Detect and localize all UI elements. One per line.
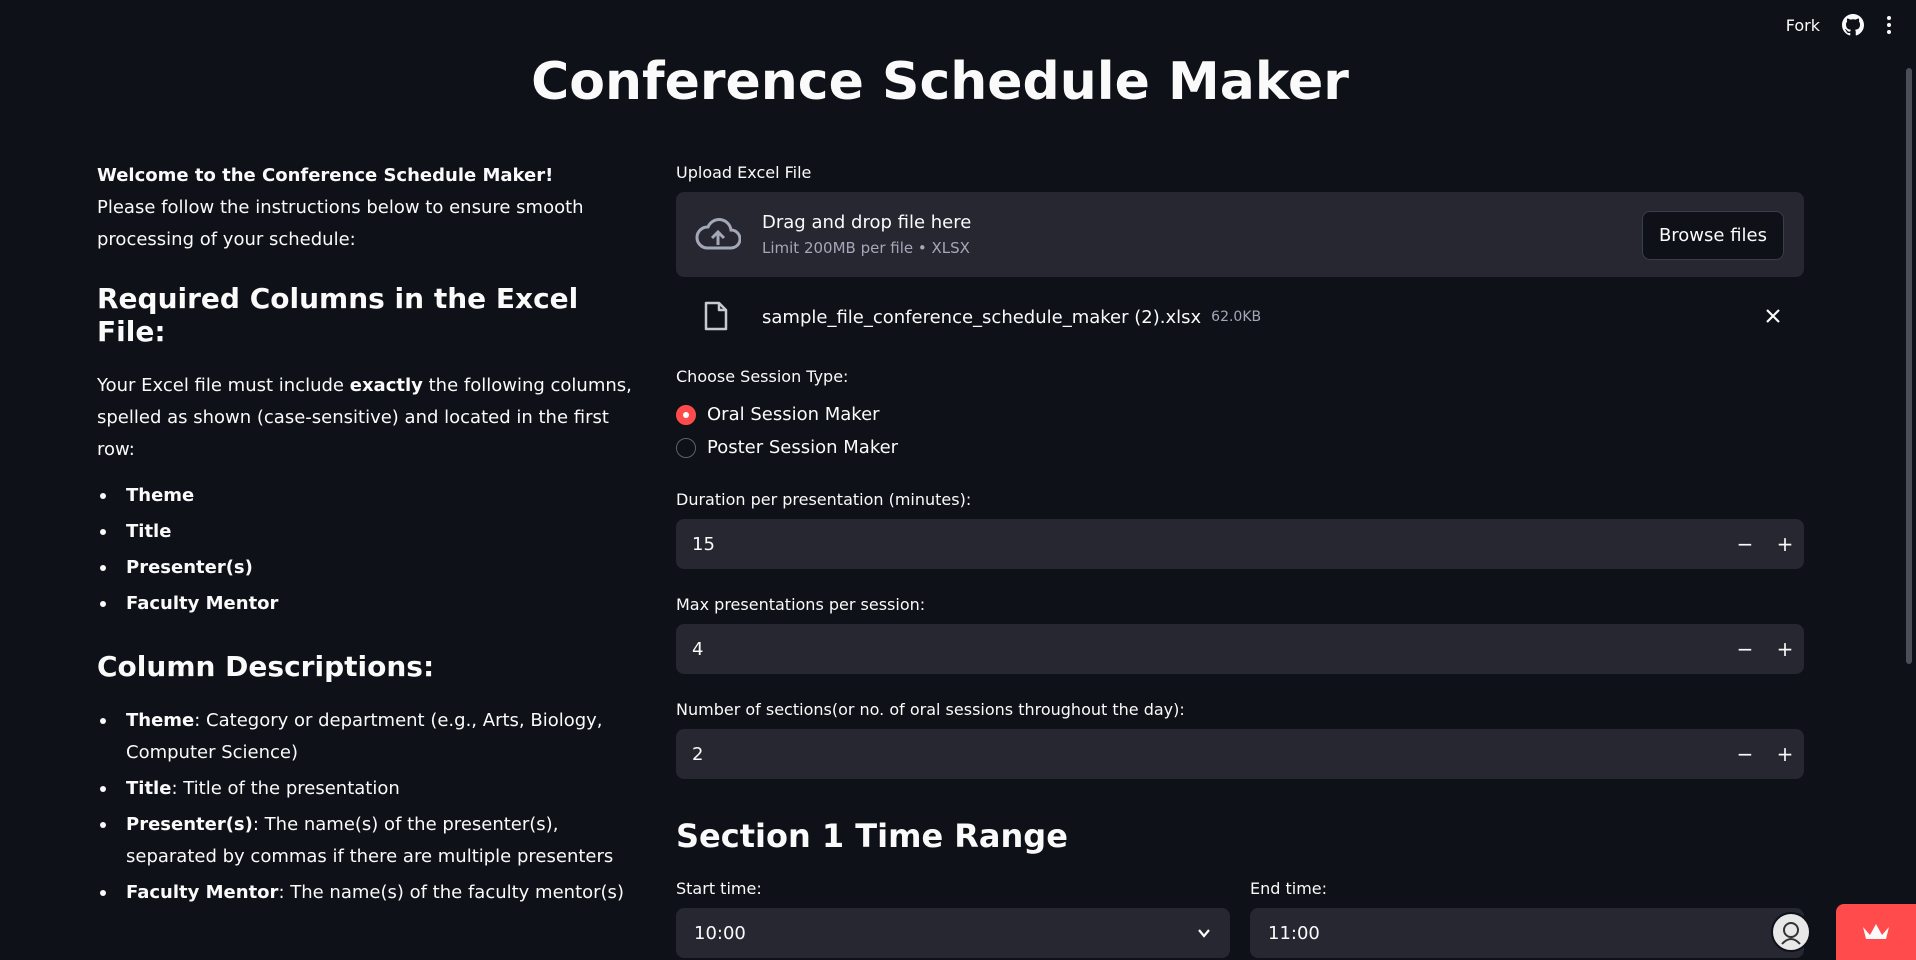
- upload-label: Upload Excel File: [676, 163, 812, 182]
- file-icon: [704, 301, 732, 333]
- crown-icon[interactable]: [1836, 904, 1916, 960]
- more-vertical-icon[interactable]: [1886, 15, 1892, 35]
- intro-text: Welcome to the Conference Schedule Maker…: [97, 160, 652, 256]
- radio-oral-session[interactable]: Oral Session Maker: [676, 398, 1804, 431]
- sections-label: Number of sections(or no. of oral sessio…: [676, 700, 1185, 719]
- list-item: Presenter(s): The name(s) of the present…: [97, 809, 652, 873]
- sections-input[interactable]: 2 − +: [676, 729, 1804, 779]
- instructions-column: Welcome to the Conference Schedule Maker…: [97, 160, 652, 913]
- session-type-label: Choose Session Type:: [676, 367, 849, 386]
- cloud-upload-icon: [694, 215, 742, 255]
- dropzone-limit: Limit 200MB per file • XLSX: [762, 239, 970, 257]
- form-column: Upload Excel File Drag and drop file her…: [676, 163, 1804, 958]
- column-descriptions-list: Theme: Category or department (e.g., Art…: [97, 705, 652, 909]
- list-item: Theme: [97, 480, 652, 512]
- browse-files-button[interactable]: Browse files: [1641, 211, 1784, 260]
- close-icon[interactable]: [1764, 307, 1784, 327]
- scrollbar[interactable]: [1906, 68, 1912, 664]
- radio-selected-indicator: [676, 404, 696, 425]
- uploaded-file-row: sample_file_conference_schedule_maker (2…: [676, 277, 1804, 357]
- duration-input[interactable]: 15 − +: [676, 519, 1804, 569]
- radio-indicator: [676, 437, 696, 458]
- fork-link[interactable]: Fork: [1786, 16, 1820, 35]
- end-time-label: End time:: [1250, 879, 1328, 898]
- list-item: Faculty Mentor: The name(s) of the facul…: [97, 877, 652, 909]
- decrement-button[interactable]: −: [1730, 529, 1760, 559]
- toolbar: Fork: [1786, 14, 1892, 36]
- list-item: Theme: Category or department (e.g., Art…: [97, 705, 652, 769]
- list-item: Faculty Mentor: [97, 588, 652, 620]
- end-time-select[interactable]: 11:00: [1250, 908, 1804, 958]
- required-columns-text: Your Excel file must include exactly the…: [97, 375, 632, 460]
- section-1-heading: Section 1 Time Range: [676, 817, 1068, 855]
- decrement-button[interactable]: −: [1730, 739, 1760, 769]
- github-icon[interactable]: [1842, 14, 1864, 36]
- increment-button[interactable]: +: [1770, 634, 1800, 664]
- duration-label: Duration per presentation (minutes):: [676, 490, 972, 509]
- file-size: 62.0KB: [1211, 309, 1262, 325]
- time-range-row: Start time: 10:00 End time: 11:00: [676, 879, 1804, 958]
- file-dropzone[interactable]: Drag and drop file here Limit 200MB per …: [676, 192, 1804, 277]
- dropzone-title: Drag and drop file here: [762, 212, 972, 233]
- list-item: Title: Title of the presentation: [97, 773, 652, 805]
- chevron-down-icon: [1196, 925, 1212, 946]
- max-presentations-label: Max presentations per session:: [676, 595, 926, 614]
- welcome-text: Welcome to the Conference Schedule Maker…: [97, 165, 554, 186]
- start-time-select[interactable]: 10:00: [676, 908, 1230, 958]
- list-item: Title: [97, 516, 652, 548]
- decrement-button[interactable]: −: [1730, 634, 1760, 664]
- increment-button[interactable]: +: [1770, 529, 1800, 559]
- increment-button[interactable]: +: [1770, 739, 1800, 769]
- start-time-label: Start time:: [676, 879, 762, 898]
- session-type-radio-group: Oral Session Maker Poster Session Maker: [676, 398, 1804, 464]
- list-item: Presenter(s): [97, 552, 652, 584]
- column-descriptions-heading: Column Descriptions:: [97, 650, 435, 683]
- required-columns-heading: Required Columns in the Excel File:: [97, 282, 579, 348]
- radio-poster-session[interactable]: Poster Session Maker: [676, 431, 1804, 464]
- file-name: sample_file_conference_schedule_maker (2…: [762, 306, 1202, 328]
- max-presentations-input[interactable]: 4 − +: [676, 624, 1804, 674]
- required-columns-list: Theme Title Presenter(s) Faculty Mentor: [97, 480, 652, 620]
- page-title: Conference Schedule Maker: [531, 52, 1349, 112]
- intro-instructions: Please follow the instructions below to …: [97, 197, 584, 250]
- avatar[interactable]: [1771, 912, 1811, 952]
